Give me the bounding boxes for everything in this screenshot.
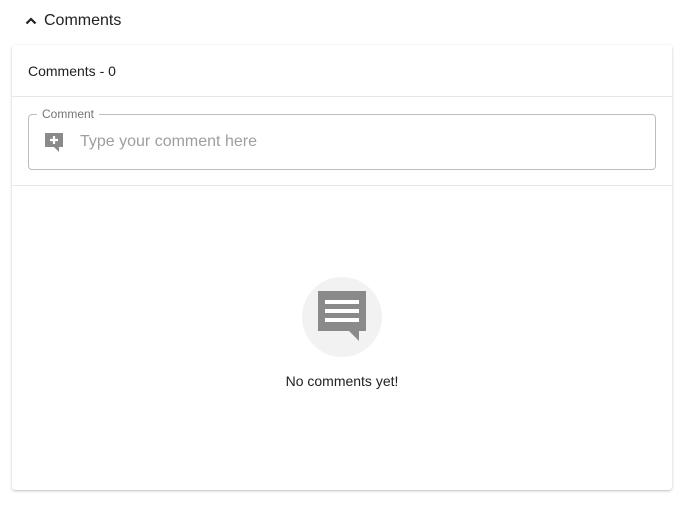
comments-header-separator: - bbox=[95, 62, 109, 79]
chevron-up-icon bbox=[24, 14, 38, 28]
comment-field-label: Comment bbox=[37, 107, 100, 121]
comment-icon bbox=[315, 288, 369, 347]
comments-card: Comments - 0 Comment No comments yet! bbox=[12, 45, 672, 490]
comments-count: 0 bbox=[108, 62, 116, 79]
section-title: Comments bbox=[44, 12, 122, 29]
comments-header-label: Comments bbox=[28, 62, 96, 79]
comments-section-toggle[interactable]: Comments bbox=[24, 9, 121, 33]
empty-state-message: No comments yet! bbox=[285, 373, 399, 389]
comment-field[interactable]: Comment bbox=[28, 107, 656, 170]
add-comment-icon bbox=[43, 131, 65, 153]
empty-state: No comments yet! bbox=[12, 185, 672, 490]
comments-count-header: Comments - 0 bbox=[12, 45, 672, 97]
empty-state-circle bbox=[302, 277, 382, 357]
comment-input-row: Comment bbox=[12, 97, 672, 186]
comment-input[interactable] bbox=[78, 132, 642, 152]
